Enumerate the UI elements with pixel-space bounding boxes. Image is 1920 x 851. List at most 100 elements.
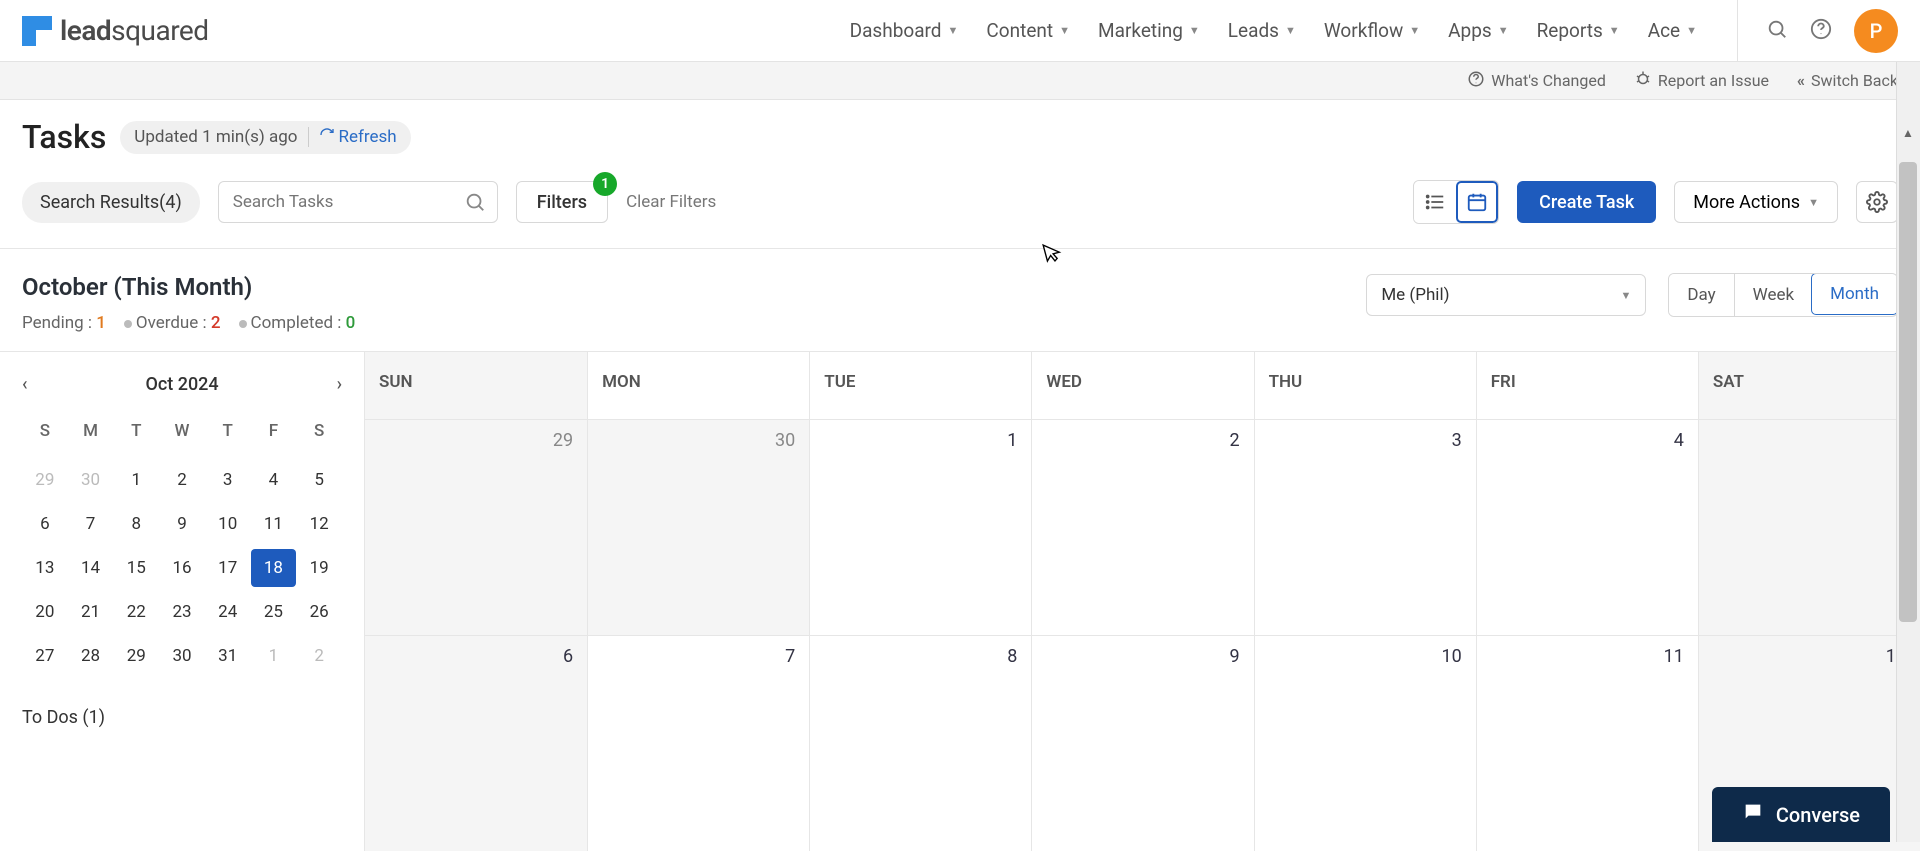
create-task-button[interactable]: Create Task [1517, 181, 1656, 223]
big-dow: TUE [809, 352, 1031, 419]
mini-day[interactable]: 13 [22, 549, 68, 587]
sub-label: What's Changed [1491, 71, 1606, 90]
clear-filters-link[interactable]: Clear Filters [626, 192, 716, 212]
mini-dow: S [296, 415, 342, 455]
calendar-day-cell[interactable]: 30 [587, 420, 809, 635]
calendar-day-cell[interactable]: 4 [1476, 420, 1698, 635]
nav-item-leads[interactable]: Leads▼ [1228, 19, 1296, 42]
calendar-day-cell[interactable]: 9 [1031, 636, 1253, 851]
search-input[interactable] [218, 181, 498, 223]
calendar-day-cell[interactable]: 8 [809, 636, 1031, 851]
mini-day[interactable]: 3 [205, 461, 251, 499]
mini-dow: W [159, 415, 205, 455]
mini-day[interactable]: 22 [113, 593, 159, 631]
next-month-button[interactable]: › [337, 374, 342, 395]
search-icon[interactable] [1766, 18, 1788, 44]
refresh-button[interactable]: Refresh [319, 127, 397, 148]
month-title: October (This Month) [22, 273, 355, 301]
nav-item-marketing[interactable]: Marketing▼ [1098, 19, 1200, 42]
mini-day[interactable]: 10 [205, 505, 251, 543]
mini-day[interactable]: 26 [296, 593, 342, 631]
switch-back-link[interactable]: « Switch Back [1797, 71, 1898, 90]
range-day[interactable]: Day [1669, 274, 1733, 316]
scrollbar[interactable]: ▲ [1896, 62, 1920, 842]
mini-day[interactable]: 1 [251, 637, 297, 675]
todos-section[interactable]: To Dos (1) [22, 707, 342, 728]
mini-day[interactable]: 9 [159, 505, 205, 543]
mini-day[interactable]: 30 [159, 637, 205, 675]
mini-day[interactable]: 28 [68, 637, 114, 675]
mini-day[interactable]: 2 [296, 637, 342, 675]
calendar-day-cell[interactable]: 7 [587, 636, 809, 851]
mini-day[interactable]: 15 [113, 549, 159, 587]
more-actions-button[interactable]: More Actions▼ [1674, 181, 1838, 223]
whats-changed-link[interactable]: What's Changed [1467, 70, 1606, 92]
calendar-body: ‹ Oct 2024 › SMTWTFS29301234567891011121… [0, 351, 1920, 851]
calendar-day-cell[interactable]: 2 [1031, 420, 1253, 635]
logo[interactable]: leadsquared [22, 14, 209, 47]
mini-day[interactable]: 20 [22, 593, 68, 631]
mini-day[interactable]: 18 [251, 549, 297, 587]
caret-icon: ▼ [1609, 24, 1620, 37]
filters-button[interactable]: Filters 1 [516, 181, 608, 223]
mini-day[interactable]: 14 [68, 549, 114, 587]
subbar: What's Changed Report an Issue « Switch … [0, 62, 1920, 100]
mini-day[interactable]: 27 [22, 637, 68, 675]
mini-day[interactable]: 16 [159, 549, 205, 587]
mini-day[interactable]: 2 [159, 461, 205, 499]
mini-day[interactable]: 29 [113, 637, 159, 675]
nav-item-workflow[interactable]: Workflow▼ [1324, 19, 1420, 42]
list-view-button[interactable] [1414, 181, 1456, 223]
mini-day[interactable]: 21 [68, 593, 114, 631]
avatar[interactable]: P [1854, 9, 1898, 53]
search-icon[interactable] [464, 191, 486, 217]
calendar-day-cell[interactable]: 3 [1254, 420, 1476, 635]
mini-day[interactable]: 23 [159, 593, 205, 631]
mini-day[interactable]: 19 [296, 549, 342, 587]
status-row: Pending : 1 Overdue : 2 Completed : 0 [22, 313, 355, 333]
user-select[interactable]: Me (Phil) ▼ [1366, 274, 1646, 316]
bug-icon [1634, 70, 1652, 92]
calendar-day-cell[interactable]: 10 [1254, 636, 1476, 851]
mini-day[interactable]: 24 [205, 593, 251, 631]
calendar-view-button[interactable] [1456, 181, 1498, 223]
mini-day[interactable]: 29 [22, 461, 68, 499]
mini-day[interactable]: 7 [68, 505, 114, 543]
calendar-controls: Me (Phil) ▼ Day Week Month [1366, 273, 1898, 317]
caret-icon: ▼ [1808, 196, 1819, 209]
nav-item-reports[interactable]: Reports▼ [1537, 19, 1620, 42]
mini-day[interactable]: 5 [296, 461, 342, 499]
settings-button[interactable] [1856, 181, 1898, 223]
calendar-day-cell[interactable]: 29 [365, 420, 587, 635]
help-icon[interactable] [1810, 18, 1832, 44]
search-results-pill[interactable]: Search Results(4) [22, 182, 200, 223]
scrollbar-thumb[interactable] [1899, 162, 1917, 622]
nav-label: Marketing [1098, 19, 1183, 42]
mini-month-label: Oct 2024 [145, 374, 218, 395]
nav-item-content[interactable]: Content▼ [986, 19, 1070, 42]
mini-day[interactable]: 1 [113, 461, 159, 499]
report-issue-link[interactable]: Report an Issue [1634, 70, 1769, 92]
nav-item-ace[interactable]: Ace▼ [1648, 19, 1697, 42]
calendar-day-cell[interactable]: 5 [1698, 420, 1920, 635]
calendar-day-cell[interactable]: 6 [365, 636, 587, 851]
range-month[interactable]: Month [1811, 273, 1898, 315]
converse-widget[interactable]: Converse [1712, 787, 1890, 842]
nav-item-apps[interactable]: Apps▼ [1448, 19, 1508, 42]
mini-day[interactable]: 11 [251, 505, 297, 543]
scroll-up-icon[interactable]: ▲ [1899, 126, 1917, 144]
range-week[interactable]: Week [1734, 274, 1812, 316]
mini-day[interactable]: 8 [113, 505, 159, 543]
mini-day[interactable]: 12 [296, 505, 342, 543]
mini-day[interactable]: 30 [68, 461, 114, 499]
mini-day[interactable]: 31 [205, 637, 251, 675]
caret-icon: ▼ [1686, 24, 1697, 37]
prev-month-button[interactable]: ‹ [22, 374, 28, 395]
calendar-day-cell[interactable]: 11 [1476, 636, 1698, 851]
mini-day[interactable]: 17 [205, 549, 251, 587]
calendar-day-cell[interactable]: 1 [809, 420, 1031, 635]
mini-day[interactable]: 6 [22, 505, 68, 543]
mini-day[interactable]: 25 [251, 593, 297, 631]
nav-item-dashboard[interactable]: Dashboard▼ [850, 19, 959, 42]
mini-day[interactable]: 4 [251, 461, 297, 499]
